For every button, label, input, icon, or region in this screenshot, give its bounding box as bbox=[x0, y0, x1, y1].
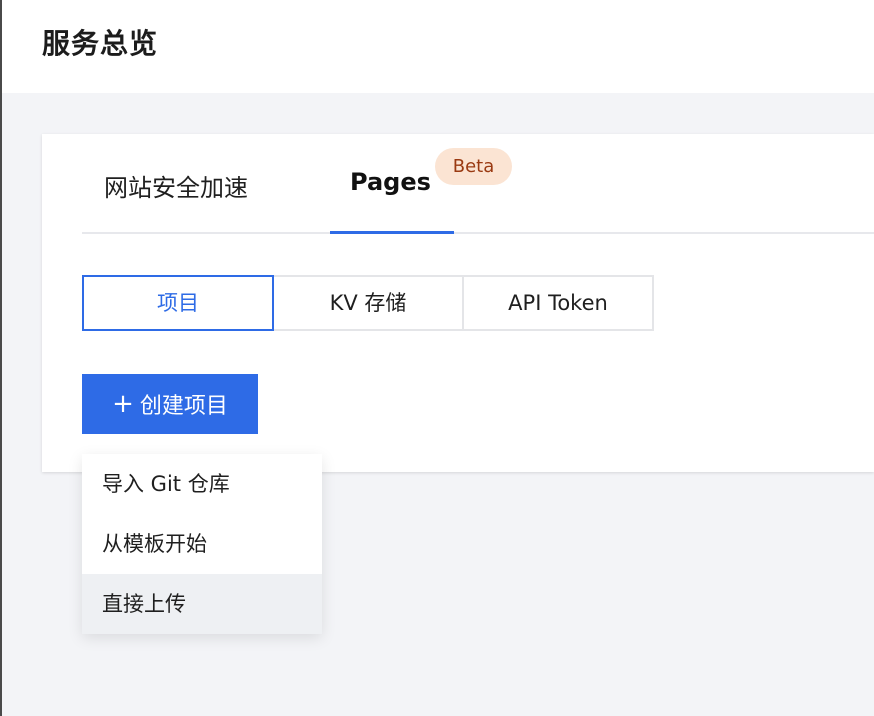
menu-item-from-template[interactable]: 从模板开始 bbox=[82, 514, 322, 574]
segment-projects[interactable]: 项目 bbox=[82, 275, 274, 331]
beta-badge: Beta bbox=[435, 148, 512, 185]
tabs-divider bbox=[82, 232, 874, 234]
tab-active-indicator bbox=[330, 231, 454, 234]
page-title: 服务总览 bbox=[42, 27, 159, 60]
create-project-button[interactable]: + 创建项目 bbox=[82, 374, 258, 434]
tab-pages[interactable]: Pages bbox=[350, 168, 431, 196]
window-left-edge bbox=[0, 0, 2, 716]
tab-site-acceleration[interactable]: 网站安全加速 bbox=[104, 168, 248, 203]
segment-kv-storage[interactable]: KV 存储 bbox=[272, 275, 464, 331]
pages-card: 网站安全加速 Pages Beta 项目 KV 存储 API Token + 创… bbox=[42, 134, 874, 472]
create-project-dropdown: 导入 Git 仓库 从模板开始 直接上传 bbox=[82, 454, 322, 634]
segment-api-token[interactable]: API Token bbox=[462, 275, 654, 331]
page-header: 服务总览 bbox=[2, 0, 874, 93]
menu-item-direct-upload[interactable]: 直接上传 bbox=[82, 574, 322, 634]
plus-icon: + bbox=[112, 389, 134, 419]
menu-item-import-git[interactable]: 导入 Git 仓库 bbox=[82, 454, 322, 514]
create-project-label: 创建项目 bbox=[139, 394, 228, 419]
